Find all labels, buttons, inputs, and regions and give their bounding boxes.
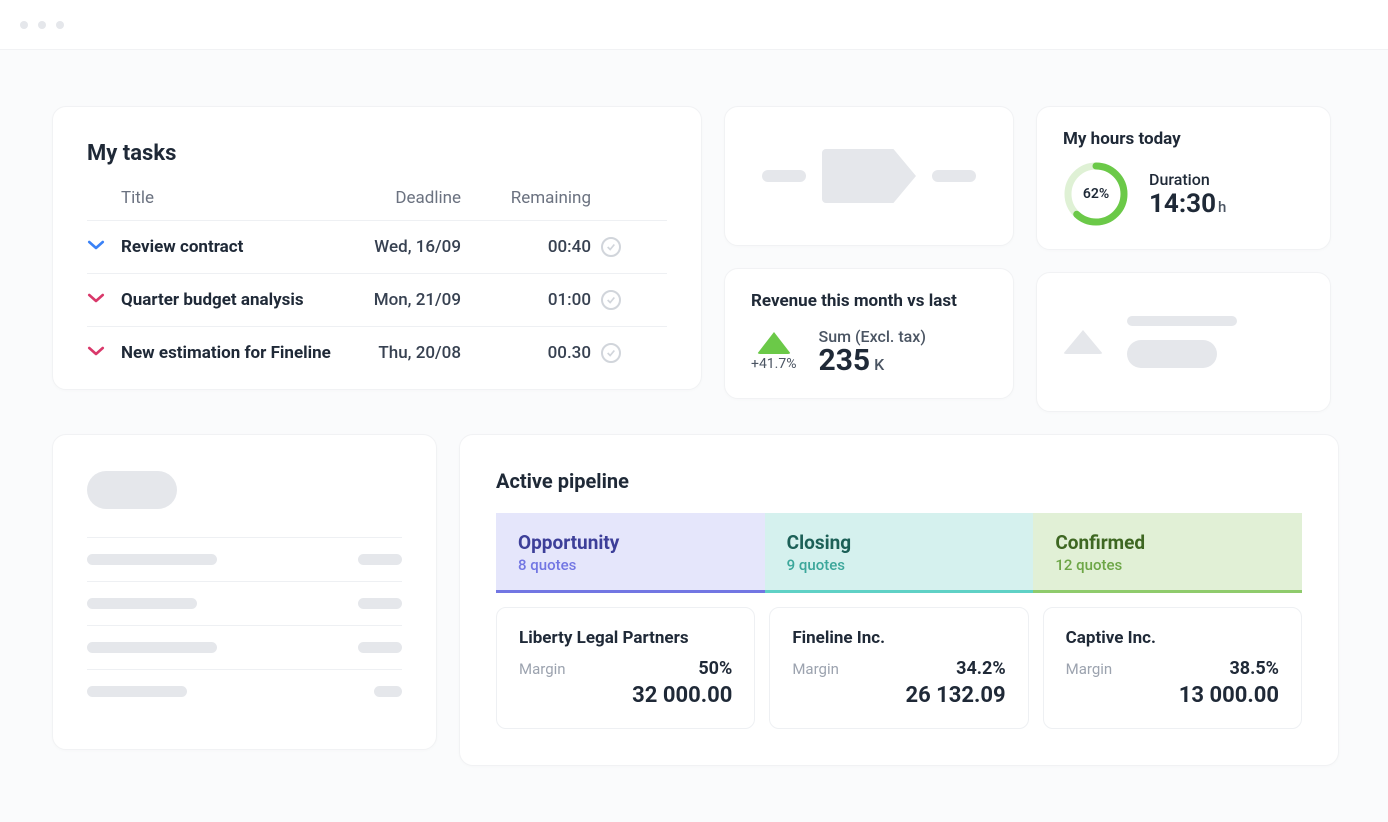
- quote-amount: 26 132.09: [792, 683, 1005, 708]
- quote-amount: 13 000.00: [1066, 683, 1279, 708]
- placeholder-stat-card: [1036, 272, 1331, 412]
- window-chrome: [0, 0, 1388, 50]
- task-complete-button[interactable]: [601, 343, 621, 363]
- quote-company: Captive Inc.: [1066, 628, 1279, 648]
- quote-margin-value: 50%: [698, 658, 732, 679]
- tasks-header-row: Title Deadline Remaining: [87, 188, 667, 221]
- task-deadline: Thu, 20/08: [378, 343, 461, 363]
- tasks-column-remaining: Remaining: [511, 188, 591, 208]
- trend-up-icon: [757, 332, 791, 354]
- my-hours-title: My hours today: [1063, 129, 1304, 149]
- placeholder-block: [358, 598, 402, 609]
- active-pipeline-card: Active pipeline Opportunity 8 quotes Clo…: [459, 434, 1339, 766]
- stage-name: Confirmed: [1055, 531, 1280, 554]
- placeholder-block: [374, 686, 402, 697]
- my-tasks-card: My tasks Title Deadline Remaining Review…: [52, 106, 702, 390]
- my-tasks-title: My tasks: [87, 141, 667, 166]
- quote-company: Fineline Inc.: [792, 628, 1005, 648]
- my-hours-card: My hours today 62% Duration 14:30h: [1036, 106, 1331, 250]
- duration-label: Duration: [1149, 170, 1226, 189]
- pipeline-stage-confirmed[interactable]: Confirmed 12 quotes: [1033, 513, 1302, 593]
- placeholder-list-card: [52, 434, 437, 750]
- task-remaining: 01:00: [548, 290, 591, 310]
- revenue-delta: +41.7%: [751, 356, 797, 372]
- placeholder-block: [358, 554, 402, 565]
- check-circle-icon: [601, 343, 621, 363]
- task-row[interactable]: Quarter budget analysis Mon, 21/09 01:00: [87, 274, 667, 327]
- stage-name: Closing: [787, 531, 1012, 554]
- quote-margin-label: Margin: [792, 660, 839, 678]
- placeholder-block: [87, 554, 217, 565]
- quote-card[interactable]: Captive Inc. Margin 38.5% 13 000.00: [1043, 607, 1302, 729]
- quote-card[interactable]: Liberty Legal Partners Margin 50% 32 000…: [496, 607, 755, 729]
- placeholder-triangle-icon: [1063, 330, 1103, 354]
- placeholder-block: [1127, 316, 1237, 326]
- task-title: Review contract: [121, 237, 341, 257]
- placeholder-block: [87, 471, 177, 509]
- revenue-value: 235: [819, 343, 871, 378]
- quote-margin-value: 38.5%: [1229, 658, 1279, 679]
- traffic-light-dot: [56, 21, 64, 29]
- quote-company: Liberty Legal Partners: [519, 628, 732, 648]
- task-complete-button[interactable]: [601, 237, 621, 257]
- check-circle-icon: [601, 237, 621, 257]
- quote-margin-label: Margin: [519, 660, 566, 678]
- stage-count: 9 quotes: [787, 556, 1012, 574]
- placeholder-block: [932, 170, 976, 182]
- stage-name: Opportunity: [518, 531, 743, 554]
- pipeline-stage-opportunity[interactable]: Opportunity 8 quotes: [496, 513, 765, 593]
- quote-card[interactable]: Fineline Inc. Margin 34.2% 26 132.09: [769, 607, 1028, 729]
- placeholder-block: [762, 170, 806, 182]
- active-pipeline-title: Active pipeline: [496, 469, 1302, 493]
- progress-ring: 62%: [1063, 161, 1129, 227]
- task-complete-button[interactable]: [601, 290, 621, 310]
- task-deadline: Mon, 21/09: [374, 290, 461, 310]
- revenue-title: Revenue this month vs last: [751, 291, 987, 311]
- task-remaining: 00:40: [548, 237, 591, 257]
- progress-percent: 62%: [1063, 161, 1129, 227]
- stage-count: 12 quotes: [1055, 556, 1280, 574]
- check-circle-icon: [601, 290, 621, 310]
- placeholder-funnel-card: [724, 106, 1014, 246]
- placeholder-block: [87, 686, 187, 697]
- revenue-unit: K: [874, 355, 884, 374]
- chevron-down-icon: [87, 290, 121, 310]
- pipeline-stage-closing[interactable]: Closing 9 quotes: [765, 513, 1034, 593]
- traffic-light-dot: [38, 21, 46, 29]
- stage-count: 8 quotes: [518, 556, 743, 574]
- placeholder-block: [87, 598, 197, 609]
- task-remaining: 00.30: [548, 343, 591, 363]
- tasks-column-deadline: Deadline: [395, 188, 461, 208]
- task-row[interactable]: New estimation for Fineline Thu, 20/08 0…: [87, 327, 667, 379]
- quote-amount: 32 000.00: [519, 683, 732, 708]
- quote-margin-value: 34.2%: [956, 658, 1006, 679]
- quote-margin-label: Margin: [1066, 660, 1113, 678]
- chevron-down-icon: [87, 343, 121, 363]
- task-row[interactable]: Review contract Wed, 16/09 00:40: [87, 221, 667, 274]
- task-title: Quarter budget analysis: [121, 290, 341, 310]
- tasks-column-title: Title: [121, 188, 154, 208]
- duration-unit: h: [1218, 198, 1226, 216]
- arrow-shape-icon: [822, 149, 916, 203]
- task-deadline: Wed, 16/09: [374, 237, 461, 257]
- revenue-card: Revenue this month vs last +41.7% Sum (E…: [724, 268, 1014, 399]
- placeholder-block: [87, 642, 217, 653]
- chevron-down-icon: [87, 237, 121, 257]
- placeholder-block: [1127, 340, 1217, 368]
- traffic-light-dot: [20, 21, 28, 29]
- task-title: New estimation for Fineline: [121, 343, 341, 363]
- duration-value: 14:30: [1149, 189, 1216, 219]
- placeholder-block: [358, 642, 402, 653]
